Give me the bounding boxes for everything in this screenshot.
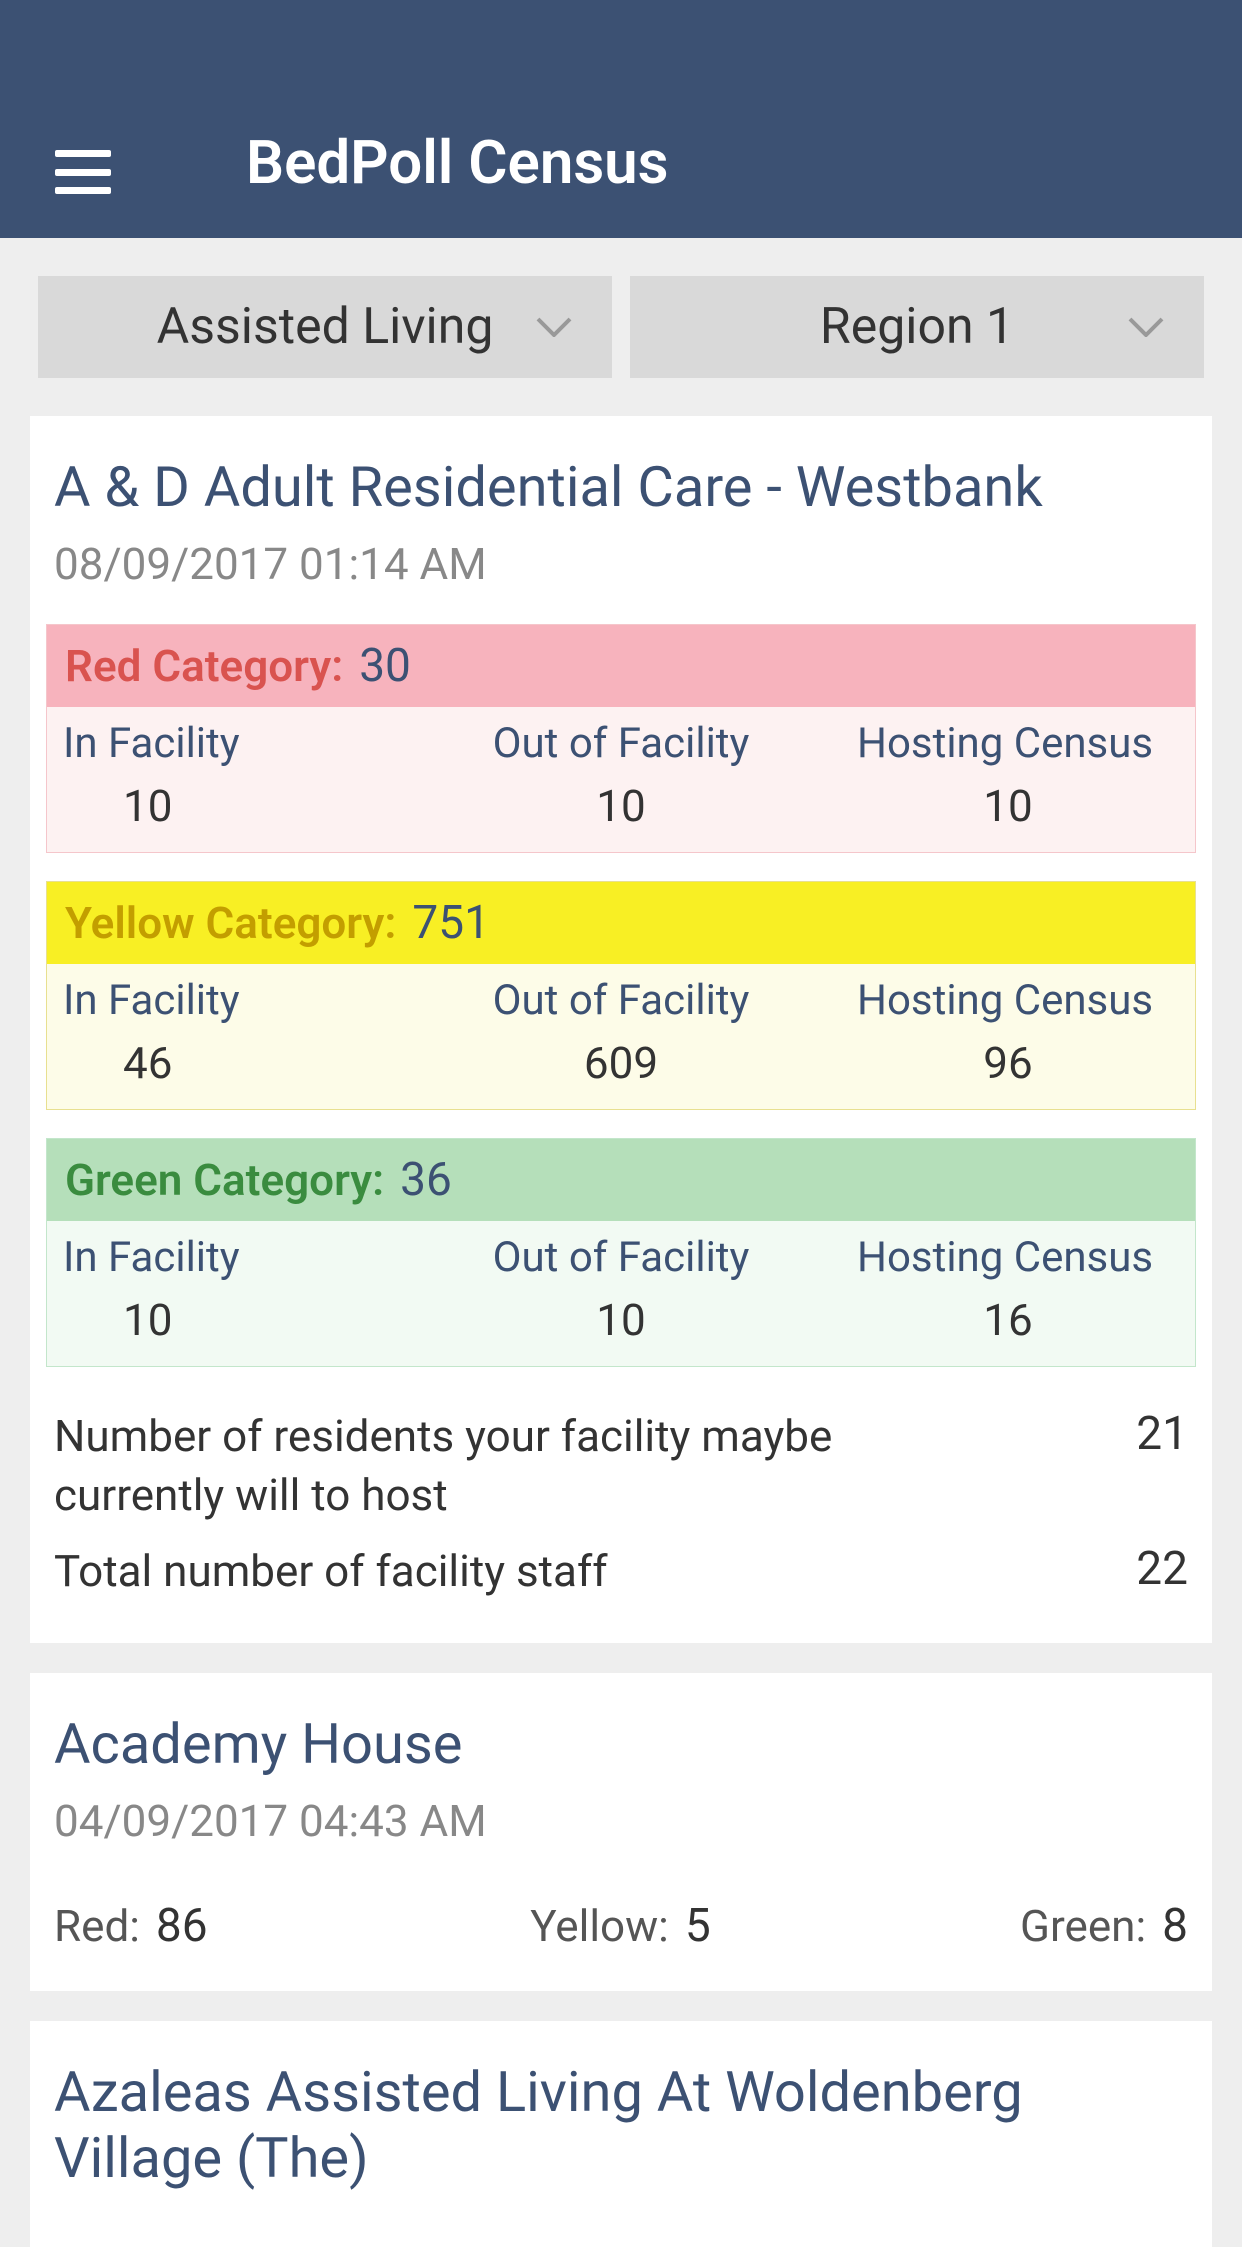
facility-timestamp: 04/09/2017 04:43 AM xyxy=(46,1795,1196,1881)
yellow-category-block: Yellow Category: 751 In Facility 46 Out … xyxy=(46,881,1196,1110)
facility-name: Academy House xyxy=(46,1711,1196,1795)
red-category-columns: In Facility 10 Out of Facility 10 Hostin… xyxy=(47,707,1195,852)
red-category-label: Red Category: xyxy=(65,640,343,692)
filter-region-dropdown[interactable]: Region 1 xyxy=(630,276,1204,378)
chevron-down-icon xyxy=(1128,317,1164,337)
red-summary-value: 86 xyxy=(156,1899,208,1953)
red-category-total: 30 xyxy=(359,639,411,693)
page-title: BedPoll Census xyxy=(246,127,669,198)
out-of-facility-label: Out of Facility xyxy=(435,719,807,768)
filter-region-label: Region 1 xyxy=(820,298,1014,356)
green-category-block: Green Category: 36 In Facility 10 Out of… xyxy=(46,1138,1196,1367)
yellow-category-columns: In Facility 46 Out of Facility 609 Hosti… xyxy=(47,964,1195,1109)
yellow-category-header: Yellow Category: 751 xyxy=(47,882,1195,964)
red-out-of-facility-value: 10 xyxy=(435,780,807,832)
green-summary-value: 8 xyxy=(1162,1899,1188,1953)
green-category-header: Green Category: 36 xyxy=(47,1139,1195,1221)
in-facility-label: In Facility xyxy=(63,976,435,1025)
red-category-block: Red Category: 30 In Facility 10 Out of F… xyxy=(46,624,1196,853)
yellow-category-label: Yellow Category: xyxy=(65,897,396,949)
facility-summary-row: Red: 86 Yellow: 5 Green: 8 xyxy=(46,1881,1196,1953)
willing-to-host-value: 21 xyxy=(1116,1407,1188,1461)
hosting-census-label: Hosting Census xyxy=(807,1233,1179,1282)
yellow-out-of-facility-value: 609 xyxy=(435,1037,807,1089)
facility-timestamp: 08/09/2017 01:14 AM xyxy=(46,538,1196,624)
in-facility-label: In Facility xyxy=(63,719,435,768)
facility-card[interactable]: A & D Adult Residential Care - Westbank … xyxy=(30,416,1212,1643)
hosting-census-label: Hosting Census xyxy=(807,719,1179,768)
red-hosting-census-value: 10 xyxy=(807,780,1179,832)
out-of-facility-label: Out of Facility xyxy=(435,1233,807,1282)
filter-type-label: Assisted Living xyxy=(157,298,494,356)
menu-icon[interactable] xyxy=(55,150,111,194)
facility-card[interactable]: Academy House 04/09/2017 04:43 AM Red: 8… xyxy=(30,1673,1212,1991)
red-in-facility-value: 10 xyxy=(63,780,435,832)
yellow-summary-value: 5 xyxy=(685,1899,711,1953)
red-category-header: Red Category: 30 xyxy=(47,625,1195,707)
green-category-columns: In Facility 10 Out of Facility 10 Hostin… xyxy=(47,1221,1195,1366)
green-out-of-facility-value: 10 xyxy=(435,1294,807,1346)
red-summary-label: Red: xyxy=(54,1900,140,1952)
green-hosting-census-value: 16 xyxy=(807,1294,1179,1346)
yellow-in-facility-value: 46 xyxy=(63,1037,435,1089)
facility-card[interactable]: Azaleas Assisted Living At Woldenberg Vi… xyxy=(30,2021,1212,2247)
in-facility-label: In Facility xyxy=(63,1233,435,1282)
hosting-census-label: Hosting Census xyxy=(807,976,1179,1025)
chevron-down-icon xyxy=(536,317,572,337)
out-of-facility-label: Out of Facility xyxy=(435,976,807,1025)
total-staff-row: Total number of facility staff 22 xyxy=(46,1530,1196,1605)
filters-row: Assisted Living Region 1 xyxy=(0,238,1242,416)
facility-name: A & D Adult Residential Care - Westbank xyxy=(46,454,1196,538)
willing-to-host-row: Number of residents your facility maybe … xyxy=(46,1395,1196,1530)
green-category-label: Green Category: xyxy=(65,1154,384,1206)
green-category-total: 36 xyxy=(400,1153,452,1207)
filter-type-dropdown[interactable]: Assisted Living xyxy=(38,276,612,378)
green-summary-label: Green: xyxy=(1020,1900,1146,1952)
total-staff-label: Total number of facility staff xyxy=(54,1542,994,1601)
app-header: BedPoll Census xyxy=(0,0,1242,238)
facility-name: Azaleas Assisted Living At Woldenberg Vi… xyxy=(46,2059,1196,2209)
yellow-category-total: 751 xyxy=(412,896,490,950)
yellow-hosting-census-value: 96 xyxy=(807,1037,1179,1089)
willing-to-host-label: Number of residents your facility maybe … xyxy=(54,1407,994,1526)
yellow-summary-label: Yellow: xyxy=(530,1900,669,1952)
green-in-facility-value: 10 xyxy=(63,1294,435,1346)
total-staff-value: 22 xyxy=(1116,1542,1188,1596)
